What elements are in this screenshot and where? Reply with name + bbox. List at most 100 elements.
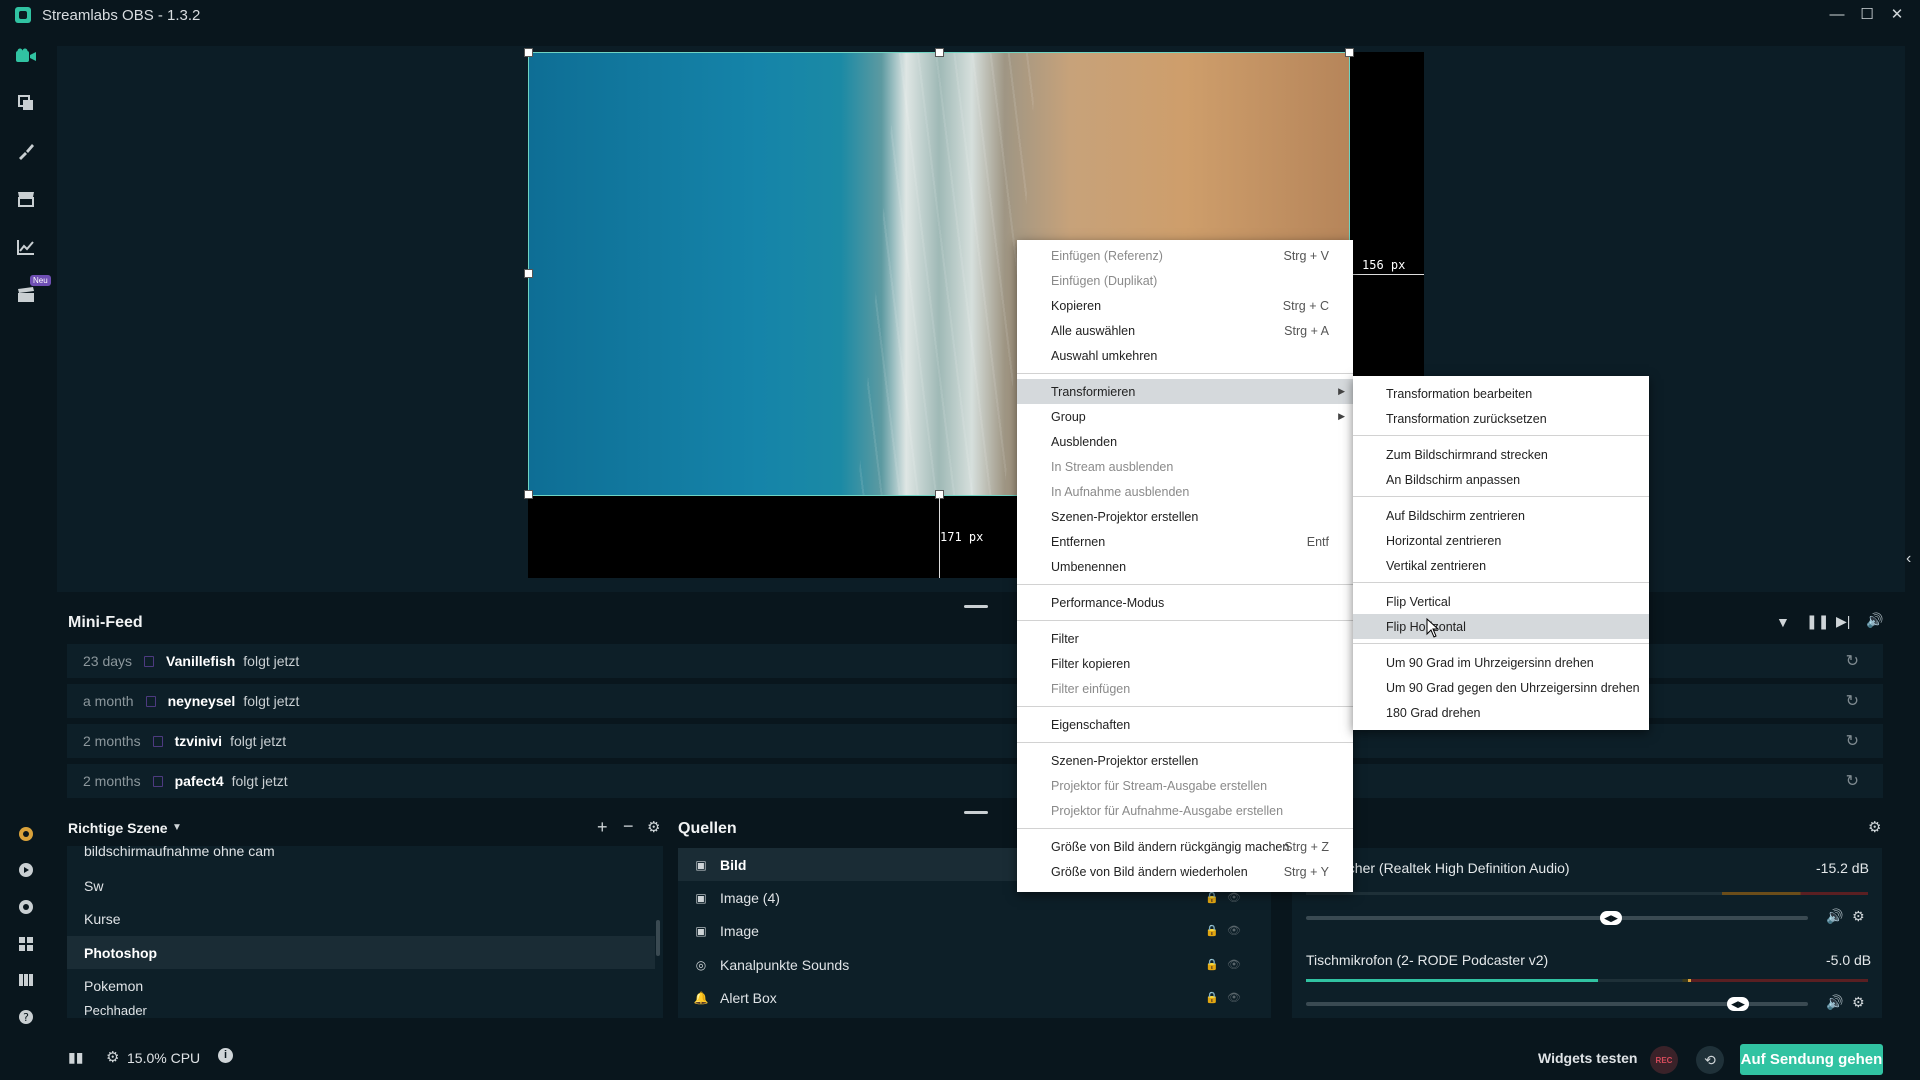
audio-settings-gear-icon[interactable]: ⚙	[1852, 994, 1865, 1011]
menu-item-group[interactable]: Group ▶	[1017, 404, 1353, 429]
scene-collection-title[interactable]: Richtige Szene	[68, 820, 168, 836]
cpu-usage: 15.0% CPU	[127, 1050, 201, 1066]
menu-item-properties[interactable]: Eigenschaften	[1017, 712, 1353, 737]
minimize-button[interactable]: —	[1825, 4, 1849, 26]
menu-item-center-horizontal[interactable]: Horizontal zentrieren	[1353, 528, 1649, 553]
source-item[interactable]: 🔔 Alert Box 🔒👁	[678, 981, 1271, 1014]
dashboard-grid-icon[interactable]	[14, 932, 38, 956]
chevron-down-icon[interactable]: ▼	[172, 822, 182, 833]
info-icon[interactable]: i	[218, 1048, 233, 1063]
menu-item-rename[interactable]: Umbenennen	[1017, 554, 1353, 579]
menu-item-undo-resize[interactable]: Größe von Bild ändern rückgängig machen S…	[1017, 834, 1353, 859]
replay-alert-icon[interactable]: ↻	[1846, 731, 1859, 751]
scene-item-active[interactable]: Photoshop	[67, 936, 655, 969]
menu-item-paste-filter[interactable]: Filter einfügen	[1017, 676, 1353, 701]
resize-handle-bottom-left[interactable]	[524, 490, 533, 499]
highlighter-clapper-icon[interactable]	[14, 283, 38, 307]
source-item[interactable]: ▣ Image 🔒👁	[678, 914, 1271, 947]
menu-item-center-on-screen[interactable]: Auf Bildschirm zentrieren	[1353, 503, 1649, 528]
resize-handle-top-right[interactable]	[1345, 48, 1354, 57]
editor-camera-icon[interactable]	[14, 44, 38, 68]
menu-item-recording-projector[interactable]: Projektor für Aufnahme-Ausgabe erstellen	[1017, 798, 1353, 823]
test-widgets-button[interactable]: Widgets testen	[1538, 1050, 1637, 1066]
menu-item-paste-duplicate[interactable]: Einfügen (Duplikat)	[1017, 268, 1353, 293]
go-live-button[interactable]: Auf Sendung gehen	[1740, 1044, 1883, 1075]
volume-slider[interactable]	[1306, 916, 1808, 920]
replay-alert-icon[interactable]: ↻	[1846, 771, 1859, 791]
remove-scene-icon[interactable]: −	[623, 816, 634, 837]
menu-item-reset-transform[interactable]: Transformation zurücksetzen	[1353, 406, 1649, 431]
layout-editor-icon[interactable]	[14, 91, 38, 115]
help-question-icon[interactable]: ?	[14, 1005, 38, 1029]
performance-bars-icon[interactable]: ▮▮	[68, 1049, 83, 1066]
studio-mode-icon[interactable]	[14, 968, 38, 992]
audio-settings-gear-icon[interactable]: ⚙	[1852, 908, 1865, 925]
scene-item[interactable]: Kurse	[67, 902, 655, 935]
volume-slider-knob[interactable]: ◀▶	[1600, 911, 1622, 925]
menu-item-rotate-180[interactable]: 180 Grad drehen	[1353, 700, 1649, 725]
menu-item-paste-reference[interactable]: Einfügen (Referenz) Strg + V	[1017, 243, 1353, 268]
menu-item-select-all[interactable]: Alle auswählen Strg + A	[1017, 318, 1353, 343]
analytics-chart-icon[interactable]	[14, 235, 38, 259]
resize-handle-top[interactable]	[935, 48, 944, 57]
volume-slider-knob[interactable]: ◀▶	[1727, 997, 1749, 1011]
source-item[interactable]: ◎ Kanalpunkte Sounds 🔒👁	[678, 948, 1271, 981]
menu-item-stream-projector[interactable]: Projektor für Stream-Ausgabe erstellen	[1017, 773, 1353, 798]
menu-item-invert-selection[interactable]: Auswahl umkehren	[1017, 343, 1353, 368]
scene-item[interactable]: Pechhader	[67, 1003, 655, 1018]
menu-item-redo-resize[interactable]: Größe von Bild ändern wiederholen Strg + …	[1017, 859, 1353, 884]
menu-item-scene-projector[interactable]: Szenen-Projektor erstellen	[1017, 504, 1353, 529]
scene-item[interactable]: bildschirmaufnahme ohne cam	[67, 836, 655, 866]
menu-item-stretch-to-screen[interactable]: Zum Bildschirmrand strecken	[1353, 442, 1649, 467]
resize-handle-top-left[interactable]	[524, 48, 533, 57]
menu-item-copy[interactable]: Kopieren Strg + C	[1017, 293, 1353, 318]
menu-item-performance-mode[interactable]: Performance-Modus	[1017, 590, 1353, 615]
learn-play-icon[interactable]	[14, 858, 38, 882]
menu-item-transform[interactable]: Transformieren ▶	[1017, 379, 1353, 404]
app-store-icon[interactable]	[14, 187, 38, 211]
pause-icon[interactable]: ❚❚	[1806, 613, 1829, 630]
panel-resize-handle[interactable]	[964, 811, 988, 814]
add-scene-icon[interactable]: +	[597, 817, 608, 838]
lock-visibility-icons[interactable]: 🔒👁	[1205, 958, 1249, 971]
scene-item[interactable]: Pokemon	[67, 969, 655, 1002]
scene-settings-gear-icon[interactable]: ⚙	[647, 818, 660, 836]
resize-handle-left[interactable]	[524, 269, 533, 278]
menu-item-remove[interactable]: Entfernen Entf	[1017, 529, 1353, 554]
scene-item[interactable]: Sw	[67, 869, 655, 902]
skip-icon[interactable]: ▶|	[1836, 613, 1850, 630]
menu-item-fit-to-screen[interactable]: An Bildschirm anpassen	[1353, 467, 1649, 492]
lock-visibility-icons[interactable]: 🔒👁	[1205, 924, 1249, 937]
mixer-settings-gear-icon[interactable]: ⚙	[1868, 818, 1881, 836]
chevron-left-icon[interactable]: ‹	[1906, 550, 1911, 568]
lock-visibility-icons[interactable]: 🔒👁	[1205, 891, 1249, 904]
filter-icon[interactable]: ▼	[1776, 614, 1790, 630]
menu-item-hide-in-recording[interactable]: In Aufnahme ausblenden	[1017, 479, 1353, 504]
menu-item-flip-vertical[interactable]: Flip Vertical	[1353, 589, 1649, 614]
record-button[interactable]: REC	[1650, 1046, 1678, 1074]
replay-buffer-icon[interactable]: ⟲	[1696, 1046, 1724, 1074]
themes-brush-icon[interactable]	[14, 139, 38, 163]
chat-help-icon[interactable]	[14, 895, 38, 919]
maximize-button[interactable]: ☐	[1855, 4, 1879, 26]
panel-resize-handle[interactable]	[964, 605, 988, 608]
prime-icon[interactable]	[14, 822, 38, 846]
menu-item-rotate-cw[interactable]: Um 90 Grad im Uhrzeigersinn drehen	[1353, 650, 1649, 675]
menu-item-hide[interactable]: Ausblenden	[1017, 429, 1353, 454]
scene-scrollbar[interactable]	[656, 920, 660, 956]
mute-speaker-icon[interactable]: 🔊	[1826, 908, 1843, 925]
menu-item-hide-in-stream[interactable]: In Stream ausblenden	[1017, 454, 1353, 479]
replay-alert-icon[interactable]: ↻	[1846, 651, 1859, 671]
replay-alert-icon[interactable]: ↻	[1846, 691, 1859, 711]
menu-item-flip-horizontal[interactable]: Flip Horizontal	[1353, 614, 1649, 639]
volume-icon[interactable]: 🔊	[1866, 612, 1883, 629]
lock-visibility-icons[interactable]: 🔒👁	[1205, 991, 1249, 1004]
menu-item-edit-transform[interactable]: Transformation bearbeiten	[1353, 381, 1649, 406]
menu-item-copy-filter[interactable]: Filter kopieren	[1017, 651, 1353, 676]
menu-item-rotate-ccw[interactable]: Um 90 Grad gegen den Uhrzeigersinn drehe…	[1353, 675, 1649, 700]
close-button[interactable]: ✕	[1885, 4, 1909, 26]
mute-speaker-icon[interactable]: 🔊	[1826, 994, 1843, 1011]
menu-item-center-vertical[interactable]: Vertikal zentrieren	[1353, 553, 1649, 578]
menu-item-scene-projector-2[interactable]: Szenen-Projektor erstellen	[1017, 748, 1353, 773]
menu-item-filter[interactable]: Filter	[1017, 626, 1353, 651]
